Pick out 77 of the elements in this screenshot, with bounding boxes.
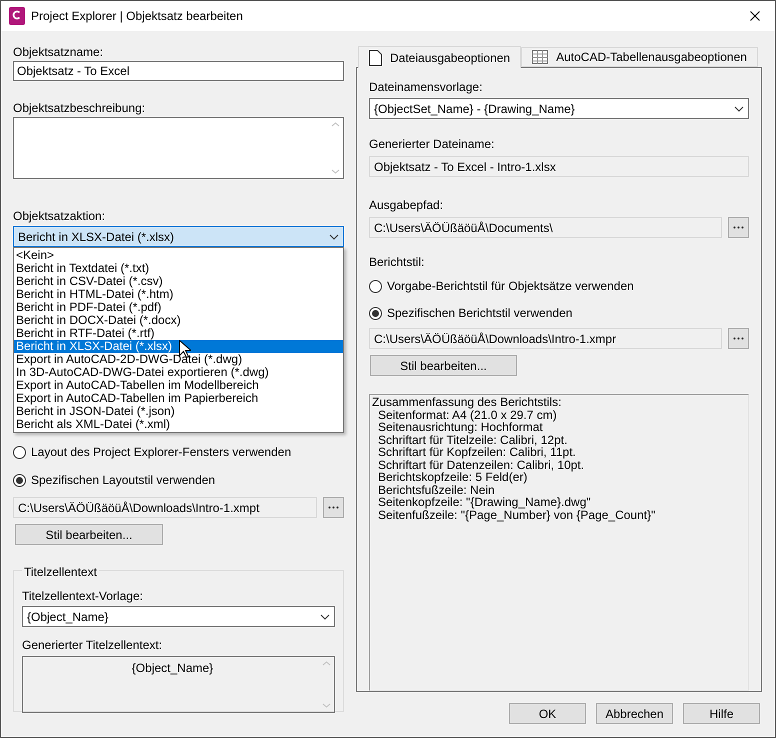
field-label: Objektsatzbeschreibung:	[13, 101, 146, 115]
dropdown-option[interactable]: Bericht als XML-Datei (*.xml)	[14, 418, 343, 431]
scroll-down-icon	[331, 169, 340, 174]
field-label: Berichtstil:	[369, 255, 424, 269]
summary-line: Seitenformat: A4 (21.0 x 29.7 cm)	[378, 408, 558, 421]
template-dropdown[interactable]: {Object_Name}	[22, 606, 335, 627]
tab[interactable]: AutoCAD-Tabellenausgabeoptionen	[521, 47, 758, 67]
browse-button[interactable]	[728, 217, 749, 238]
radio-button[interactable]	[369, 306, 382, 320]
radio-label: Vorgabe-Berichtstil für Objektsätze verwenden	[387, 278, 634, 295]
chevron-down-icon	[320, 614, 330, 620]
dropdown-option[interactable]: Export in AutoCAD-Tabellen im Modellbereich	[14, 379, 343, 392]
dialog-button[interactable]: Stil bearbeiten...	[370, 355, 517, 376]
summary-line: Seitenfußzeile: "{Page_Number} von {Page_Count}"	[377, 508, 656, 521]
summary-line: Schriftart für Titelzeile: Calibri, 12pt.	[377, 434, 568, 446]
dropdown-option[interactable]: Bericht in JSON-Datei (*.json)	[14, 405, 343, 418]
dropdown-option[interactable]: Bericht in HTML-Datei (*.htm)	[14, 288, 343, 301]
report-style-path-field[interactable]: C:\Users\ÄÖÜßäöüÅ\Downloads\Intro-1.xmpr	[369, 328, 722, 349]
field-label: Objektsatzname:	[13, 45, 104, 59]
action-dropdown[interactable]: Bericht in XLSX-Datei (*.xlsx)	[13, 226, 344, 247]
summary-line: Seitenkopfzeile: "{Drawing_Name}.dwg"	[377, 496, 592, 508]
ellipsis-icon	[328, 506, 339, 509]
document-icon	[369, 50, 382, 66]
dropdown-option[interactable]: Export in AutoCAD-Tabellen im Papierbereich	[14, 392, 343, 405]
summary-line: Berichtskopfzeile: 5 Feld(er)	[377, 471, 528, 484]
dialog-button[interactable]: OK	[509, 703, 586, 724]
layout-path-field[interactable]: C:\Users\ÄÖÜßäöüÅ\Downloads\Intro-1.xmpt	[13, 497, 317, 518]
window-title: Project Explorer | Objektsatz bearbeiten	[31, 8, 243, 25]
dialog-button[interactable]: Stil bearbeiten...	[15, 524, 163, 545]
scroll-up-icon	[322, 661, 331, 666]
summary-line: Schriftart für Datenzeilen: Calibri, 10pt.	[377, 458, 586, 471]
summary-line: Berichtsfußzeile: Nein	[377, 484, 495, 496]
chevron-down-icon	[734, 106, 744, 112]
summary-line: Seitenausrichtung: Hochformat	[377, 421, 543, 434]
close-icon	[750, 11, 760, 21]
dropdown-option[interactable]: Bericht in Textdatei (*.txt)	[14, 262, 343, 275]
dropdown-option[interactable]: Bericht in XLSX-Datei (*.xlsx)	[14, 340, 343, 353]
dropdown-option[interactable]: Export in AutoCAD-2D-DWG-Datei (*.dwg)	[14, 353, 343, 366]
summary-line: Schriftart für Kopfzeilen: Calibri, 11pt.	[377, 446, 577, 458]
browse-button[interactable]	[728, 328, 749, 349]
radio-label: Layout des Project Explorer-Fensters verwenden	[31, 444, 292, 461]
radio-button[interactable]	[369, 280, 382, 292]
field-label: Ausgabepfad:	[369, 198, 444, 212]
field-label: Generierter Dateiname:	[369, 137, 494, 151]
generated-title-field[interactable]: {Object_Name}	[22, 656, 335, 713]
dropdown-option[interactable]: Bericht in PDF-Datei (*.pdf)	[14, 301, 343, 314]
dialog-button[interactable]: Abbrechen	[596, 703, 673, 724]
radio-button[interactable]	[13, 474, 26, 486]
scroll-down-icon	[322, 703, 331, 708]
description-field[interactable]	[13, 117, 344, 179]
chevron-down-icon	[329, 234, 339, 240]
dropdown-option[interactable]: Bericht in DOCX-Datei (*.docx)	[14, 314, 343, 327]
generated-filename-field[interactable]: Objektsatz - To Excel - Intro-1.xlsx	[369, 156, 749, 177]
ellipsis-icon	[733, 337, 744, 340]
generated-title-text: {Object_Name}	[132, 660, 214, 677]
dropdown-option[interactable]: Bericht in RTF-Datei (*.rtf)	[14, 327, 343, 340]
ellipsis-icon	[733, 226, 744, 229]
field-label: Generierter Titelzellentext:	[22, 638, 162, 652]
radio-label: Spezifischen Layoutstil verwenden	[31, 472, 216, 489]
tab[interactable]: Dateiausgabeoptionen	[358, 46, 522, 68]
radio-button[interactable]	[13, 446, 26, 458]
scroll-up-icon	[331, 122, 340, 127]
summary-title: Zusammenfassung des Berichtstils:	[372, 396, 562, 408]
dropdown-option[interactable]: Bericht in CSV-Datei (*.csv)	[14, 275, 343, 288]
output-path-field[interactable]: C:\Users\ÄÖÜßäöüÅ\Documents\	[369, 217, 722, 238]
dropdown-option[interactable]: In 3D-AutoCAD-DWG-Datei exportieren (*.dwg)	[14, 366, 343, 379]
dropdown-option[interactable]: <Kein>	[14, 249, 343, 262]
filename-template-dropdown[interactable]: {ObjectSet_Name} - {Drawing_Name}	[369, 98, 749, 119]
field-label: Titelzellentext-Vorlage:	[22, 589, 143, 603]
app-logo-icon	[9, 7, 25, 25]
dialog-button[interactable]: Hilfe	[683, 703, 760, 724]
field-label: Dateinamensvorlage:	[369, 80, 482, 94]
name-field[interactable]: Objektsatz - To Excel	[13, 61, 344, 81]
browse-button[interactable]	[323, 497, 344, 518]
field-label: Objektsatzaktion:	[13, 209, 106, 223]
radio-label: Spezifischen Berichtstil verwenden	[387, 305, 572, 322]
table-icon	[532, 50, 548, 64]
